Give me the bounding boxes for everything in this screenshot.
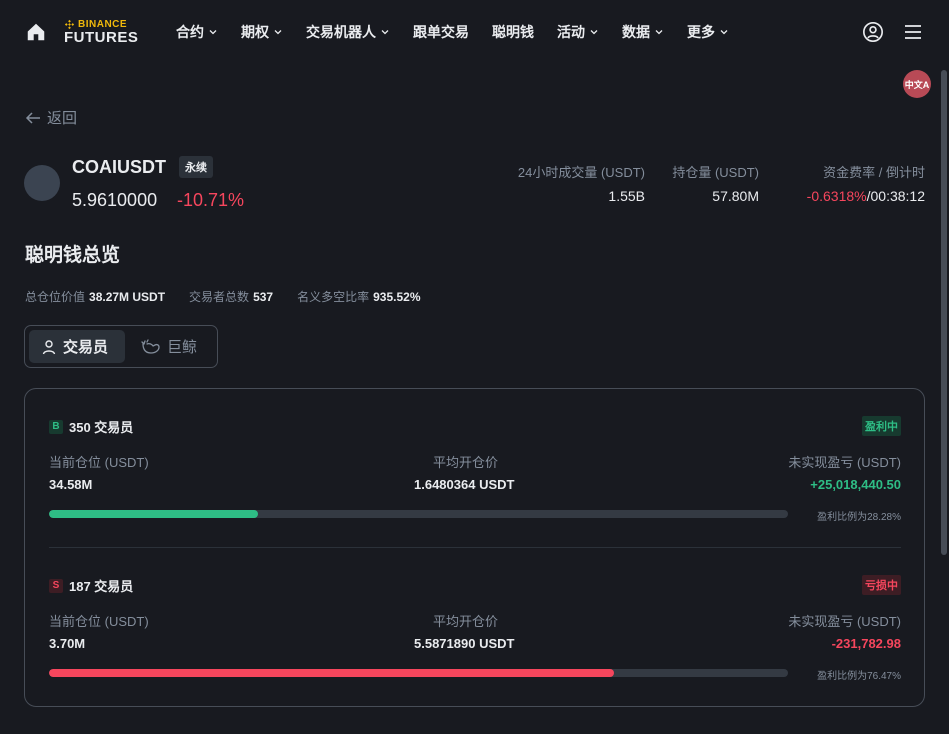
short-traders-group: S 187 交易员 亏损中 当前仓位 (USDT) 3.70M 平均开仓价 5.… [49,575,901,696]
sell-side-badge: S [49,578,63,593]
tab-whales[interactable]: 巨鲸 [129,330,209,363]
short-traders-count: 187 交易员 [69,579,134,594]
translate-icon: 中文A [904,79,930,90]
funding-rate: -0.6318% [806,188,867,204]
avg-entry-label: 平均开仓价 [433,614,499,629]
position-label: 当前仓位 (USDT) [49,455,149,470]
unrealized-pnl-value: +25,018,440.50 [810,477,901,492]
buy-side-badge: B [49,419,63,434]
back-link[interactable]: 返回 [25,107,77,128]
long-traders-count: 350 交易员 [69,420,134,435]
hamburger-menu-icon[interactable] [903,22,923,42]
arrow-left-icon [25,111,40,124]
unrealized-pnl-label: 未实现盈亏 (USDT) [788,455,901,470]
home-icon[interactable] [25,21,47,43]
position-value: 34.58M [49,477,93,492]
nav-item-more[interactable]: 更多 [687,22,729,42]
long-traders-group: B 350 交易员 盈利中 当前仓位 (USDT) 34.58M 平均开仓价 1… [49,416,901,537]
total-position-value: 38.27M USDT [89,290,166,304]
volume-label: 24小时成交量 (USDT) [517,165,645,180]
total-traders-value: 537 [253,290,274,304]
nav-item-activities[interactable]: 活动 [557,22,599,42]
nav-item-contracts[interactable]: 合约 [176,22,218,42]
top-nav: BINANCE FUTURES 合约 期权 交易机器人 跟单交易 聪明钱 活动 … [0,0,949,64]
funding-label: 资金费率 / 倒计时 [823,165,925,180]
nav-item-smart-money[interactable]: 聪明钱 [492,22,534,42]
logo-product-text: FUTURES [64,29,139,46]
profit-status-badge: 盈利中 [862,416,901,436]
perpetual-tag: 永续 [179,156,213,178]
symbol-price: 5.9610000 [72,190,158,210]
page-scrollbar[interactable] [941,70,947,555]
nav-item-options[interactable]: 期权 [241,22,283,42]
section-title: 聪明钱总览 [25,245,121,266]
nav-item-copy-trading[interactable]: 跟单交易 [413,22,469,42]
translate-button[interactable]: 中文A [903,70,931,98]
open-interest-value: 57.80M [712,188,759,204]
unrealized-pnl-value: -231,782.98 [831,636,901,651]
chevron-down-icon [655,30,663,35]
chevron-down-icon [720,30,728,35]
overview-summary: 总仓位价值 38.27M USDT 交易者总数 537 名义多空比率 935.52% [25,288,420,305]
avg-entry-value: 1.6480364 USDT [414,477,515,492]
avg-entry-value: 5.5871890 USDT [414,636,515,651]
profit-ratio-fill [49,510,258,518]
chevron-down-icon [274,30,282,35]
profit-ratio-fill [49,669,615,677]
loss-status-badge: 亏损中 [862,575,901,595]
group-divider [49,547,901,548]
profit-ratio-bar [49,510,788,518]
stat-funding: 资金费率 / 倒计时 -0.6318%/00:38:12 [807,162,925,204]
avg-entry-label: 平均开仓价 [433,455,499,470]
chevron-down-icon [381,30,389,35]
binance-futures-logo[interactable]: BINANCE FUTURES [64,19,138,47]
total-traders-label: 交易者总数 [189,290,250,304]
long-short-ratio-label: 名义多空比率 [297,290,370,304]
trader-type-tabs: 交易员 巨鲸 [24,325,218,368]
symbol-change: -10.71% [177,190,245,210]
whale-icon [141,338,160,354]
traders-overview-card: B 350 交易员 盈利中 当前仓位 (USDT) 34.58M 平均开仓价 1… [24,388,925,707]
profit-ratio-text: 盈利比例为76.47% [817,671,901,682]
volume-value: 1.55B [608,188,645,204]
position-label: 当前仓位 (USDT) [49,614,149,629]
nav-item-trading-bots[interactable]: 交易机器人 [306,22,390,42]
long-short-ratio-value: 935.52% [373,290,421,304]
chevron-down-icon [590,30,598,35]
symbol-avatar [24,165,60,201]
position-value: 3.70M [49,636,86,651]
unrealized-pnl-label: 未实现盈亏 (USDT) [788,614,901,629]
chevron-down-icon [209,30,217,35]
stat-volume: 24小时成交量 (USDT) 1.55B [518,162,645,204]
stat-open-interest: 持仓量 (USDT) 57.80M [672,162,759,204]
nav-menu: 合约 期权 交易机器人 跟单交易 聪明钱 活动 数据 更多 [176,0,752,64]
user-account-icon[interactable] [862,21,884,43]
nav-item-data[interactable]: 数据 [622,22,664,42]
total-position-label: 总仓位价值 [25,290,86,304]
person-icon [42,339,56,354]
funding-countdown: 00:38:12 [870,188,926,204]
open-interest-label: 持仓量 (USDT) [672,165,759,180]
tab-traders[interactable]: 交易员 [29,330,125,363]
profit-ratio-text: 盈利比例为28.28% [817,512,901,523]
profit-ratio-bar [49,669,788,677]
back-label: 返回 [47,110,78,127]
symbol-name[interactable]: COAIUSDT [72,157,166,178]
